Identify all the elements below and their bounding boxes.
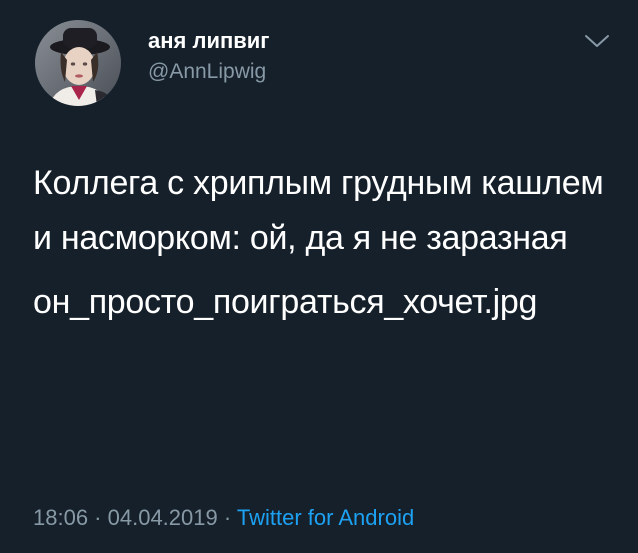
tweet-paragraph: он_просто_поиграться_хочет.jpg (33, 283, 538, 321)
tweet-source-link[interactable]: Twitter for Android (237, 505, 414, 530)
tweet-meta: 18:06 · 04.04.2019 · Twitter for Android (33, 505, 414, 531)
meta-separator: · (88, 505, 108, 530)
avatar[interactable] (35, 20, 121, 106)
tweet-text: Коллега с хриплым грудным кашлем и насмо… (33, 156, 613, 330)
tweet-card: аня липвиг @AnnLipwig Коллега с хриплым … (0, 0, 638, 553)
tweet-paragraph: Коллега с хриплым грудным кашлем и насмо… (33, 164, 604, 257)
tweet-date: 04.04.2019 (107, 505, 218, 530)
meta-separator: · (217, 505, 237, 530)
display-name[interactable]: аня липвиг (148, 28, 269, 54)
chevron-down-icon[interactable] (584, 33, 610, 49)
user-handle[interactable]: @AnnLipwig (148, 60, 266, 84)
tweet-time: 18:06 (33, 505, 89, 530)
